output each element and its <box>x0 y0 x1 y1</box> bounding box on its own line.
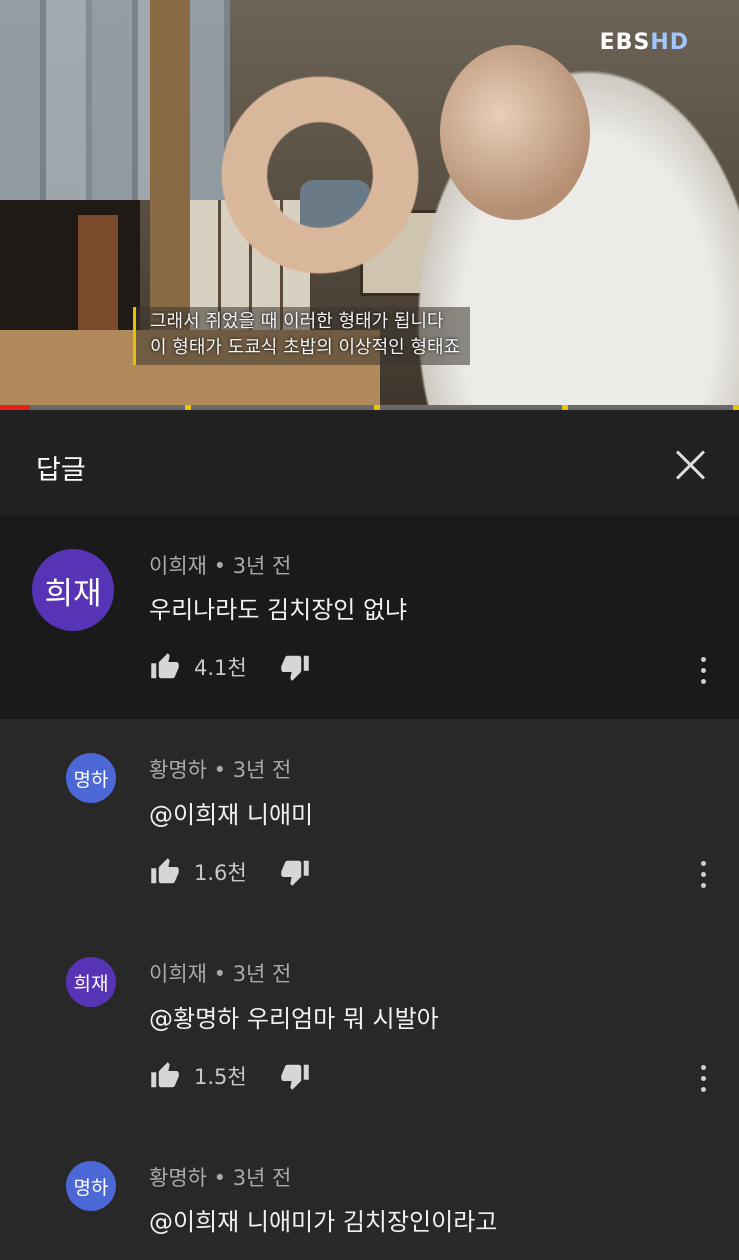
comment-meta: 황명하 • 3년 전 <box>149 1166 292 1190</box>
comment-meta: 이희재 • 3년 전 <box>149 554 292 578</box>
reply-comment: 명하 황명하 • 3년 전 @이희재 니애미가 김치장인이라고 <box>0 1127 739 1260</box>
video-subtitle: 그래서 쥐었을 때 이러한 형태가 됩니다 이 형태가 도쿄식 초밥의 이상적인… <box>133 307 471 365</box>
reply-comment: 희재 이희재 • 3년 전 @황명하 우리엄마 뭐 시발아 1.5천 <box>0 923 739 1127</box>
close-icon[interactable] <box>672 446 710 484</box>
like-count: 1.6천 <box>194 861 247 885</box>
comment-actions: 4.1천 <box>149 647 311 687</box>
avatar[interactable]: 희재 <box>66 957 116 1007</box>
avatar[interactable]: 명하 <box>66 753 116 803</box>
reply-comment: 명하 황명하 • 3년 전 @이희재 니애미 1.6천 <box>0 719 739 923</box>
thumbs-down-icon[interactable] <box>279 857 311 887</box>
comment-actions: 1.6천 <box>149 852 311 892</box>
replies-title: 답글 <box>36 455 86 486</box>
replies-header: 답글 <box>0 410 739 516</box>
comment-text: 우리나라도 김치장인 없냐 <box>149 596 408 624</box>
thumbs-down-icon[interactable] <box>279 1061 311 1091</box>
thumbs-down-icon[interactable] <box>279 652 311 682</box>
comment-meta: 이희재 • 3년 전 <box>149 962 292 986</box>
more-options-icon[interactable] <box>698 657 708 687</box>
like-count: 4.1천 <box>194 656 247 680</box>
video-scene-head <box>440 45 590 220</box>
video-player[interactable]: EBSHD 그래서 쥐었을 때 이러한 형태가 됩니다 이 형태가 도쿄식 초밥… <box>0 0 739 410</box>
comment-text: @황명하 우리엄마 뭐 시발아 <box>149 1005 439 1033</box>
subtitle-line-2: 이 형태가 도쿄식 초밥의 이상적인 형태죠 <box>150 337 461 358</box>
like-count: 1.5천 <box>194 1065 247 1089</box>
comment-meta: 황명하 • 3년 전 <box>149 758 292 782</box>
logo-hd: HD <box>650 30 689 55</box>
thumbs-up-icon[interactable] <box>149 652 181 682</box>
channel-logo: EBSHD <box>600 30 689 55</box>
avatar[interactable]: 희재 <box>32 549 114 631</box>
comment-text: @이희재 니애미가 김치장인이라고 <box>149 1208 498 1236</box>
more-options-icon[interactable] <box>698 1065 708 1095</box>
subtitle-line-1: 그래서 쥐었을 때 이러한 형태가 됩니다 <box>150 311 444 332</box>
thumbs-up-icon[interactable] <box>149 1061 181 1091</box>
comment-actions: 1.5천 <box>149 1056 311 1096</box>
video-scene-hands <box>205 60 435 290</box>
logo-main: EBS <box>599 30 651 55</box>
avatar[interactable]: 명하 <box>66 1161 116 1211</box>
comment-text: @이희재 니애미 <box>149 801 314 829</box>
thumbs-up-icon[interactable] <box>149 857 181 887</box>
more-options-icon[interactable] <box>698 861 708 891</box>
main-comment: 희재 이희재 • 3년 전 우리나라도 김치장인 없냐 4.1천 <box>0 516 739 719</box>
video-scene-curtain <box>0 0 230 200</box>
